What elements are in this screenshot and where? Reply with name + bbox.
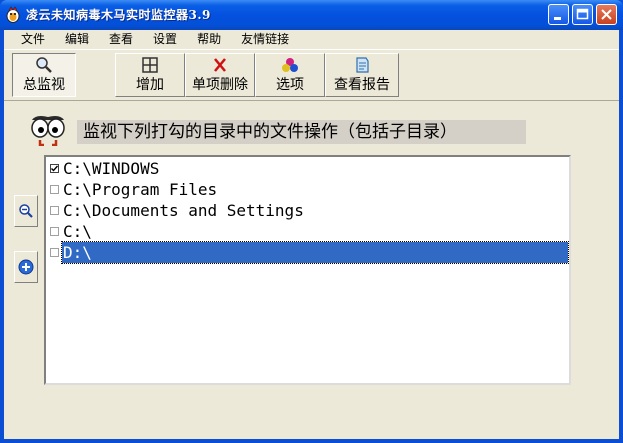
directory-checkbox[interactable]	[50, 248, 59, 257]
directory-list[interactable]: C:\WINDOWS C:\Program Files C:\Documents…	[44, 155, 571, 385]
minimize-button[interactable]	[548, 4, 569, 25]
menu-edit[interactable]: 编辑	[55, 30, 99, 48]
view-report-button[interactable]: 查看报告	[325, 53, 399, 97]
directory-checkbox[interactable]	[50, 206, 59, 215]
add-label: 增加	[136, 77, 164, 93]
add-directory-button[interactable]	[14, 251, 38, 283]
app-icon	[6, 6, 20, 23]
close-icon	[601, 9, 612, 20]
menu-view[interactable]: 查看	[99, 30, 143, 48]
directory-path: C:\WINDOWS	[63, 159, 160, 178]
options-shapes-icon	[282, 58, 298, 72]
directory-path: C:\Documents and Settings	[63, 201, 304, 220]
maximize-icon	[576, 8, 589, 20]
checkmark-icon	[51, 165, 59, 172]
zoom-out-icon	[19, 204, 33, 218]
delete-x-icon	[214, 58, 226, 72]
plus-circle-icon	[18, 259, 34, 275]
zoom-out-button[interactable]	[14, 195, 38, 227]
grid-add-icon	[142, 57, 158, 73]
maximize-button[interactable]	[572, 4, 593, 25]
close-button[interactable]	[596, 4, 617, 25]
directory-checkbox[interactable]	[50, 227, 59, 236]
menu-file[interactable]: 文件	[4, 30, 55, 48]
minimize-icon	[554, 17, 561, 20]
list-item[interactable]: C:\	[47, 221, 568, 242]
menu-bar: 文件 编辑 查看 设置 帮助 友情链接	[4, 30, 619, 48]
app-window: 凌云未知病毒木马实时监控器3.9 文件 编辑 查看 设置 帮助 友情链接 总监视…	[0, 0, 623, 443]
monitor-heading: 监视下列打勾的目录中的文件操作（包括子目录）	[77, 120, 526, 144]
view-report-label: 查看报告	[334, 77, 390, 93]
options-label: 选项	[276, 77, 304, 93]
options-button[interactable]: 选项	[255, 53, 325, 97]
title-bar[interactable]: 凌云未知病毒木马实时监控器3.9	[0, 0, 623, 30]
directory-path: C:\	[63, 222, 92, 241]
list-item[interactable]: C:\Program Files	[47, 179, 568, 200]
overview-button[interactable]: 总监视	[12, 53, 76, 97]
delete-item-button[interactable]: 单项删除	[185, 53, 255, 97]
toolbar: 总监视 增加 单项删除 选项 查看报告	[4, 49, 619, 101]
directory-path: D:\	[61, 241, 569, 264]
client-area: 文件 编辑 查看 设置 帮助 友情链接 总监视 增加 单项删除 选项 查看报告 …	[4, 30, 619, 439]
list-item[interactable]: C:\WINDOWS	[47, 158, 568, 179]
menu-help[interactable]: 帮助	[187, 30, 231, 48]
menu-links[interactable]: 友情链接	[231, 30, 299, 48]
directory-checkbox[interactable]	[50, 164, 59, 173]
magnifier-icon	[36, 57, 52, 73]
delete-item-label: 单项删除	[192, 77, 248, 93]
add-button[interactable]: 增加	[115, 53, 185, 97]
window-title: 凌云未知病毒木马实时监控器3.9	[26, 8, 211, 22]
eyes-mascot-icon	[31, 116, 65, 146]
list-item[interactable]: C:\Documents and Settings	[47, 200, 568, 221]
menu-settings[interactable]: 设置	[143, 30, 187, 48]
list-item[interactable]: D:\	[47, 241, 569, 264]
report-icon	[356, 57, 369, 73]
overview-label: 总监视	[23, 77, 65, 93]
directory-path: C:\Program Files	[63, 180, 218, 199]
directory-checkbox[interactable]	[50, 185, 59, 194]
